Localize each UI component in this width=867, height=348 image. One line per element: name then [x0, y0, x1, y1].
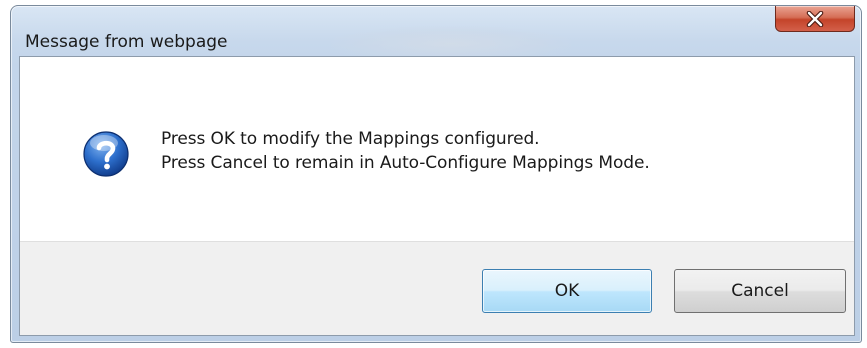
dialog-window: Message from webpage Press OK to modify …: [10, 5, 862, 343]
message-line-2: Press Cancel to remain in Auto-Configure…: [161, 153, 650, 173]
message-area: Press OK to modify the Mappings configur…: [20, 57, 854, 241]
button-bar: OK Cancel: [20, 241, 854, 335]
title-bar[interactable]: Message from webpage: [11, 6, 861, 62]
close-button[interactable]: [775, 6, 855, 32]
question-icon: [83, 131, 129, 177]
ok-button[interactable]: OK: [482, 269, 652, 313]
dialog-message: Press OK to modify the Mappings configur…: [161, 127, 650, 175]
close-icon: [806, 10, 824, 27]
dialog-client-area: Press OK to modify the Mappings configur…: [19, 56, 855, 336]
cancel-button[interactable]: Cancel: [674, 269, 846, 313]
window-title: Message from webpage: [25, 32, 228, 52]
message-line-1: Press OK to modify the Mappings configur…: [161, 129, 540, 149]
